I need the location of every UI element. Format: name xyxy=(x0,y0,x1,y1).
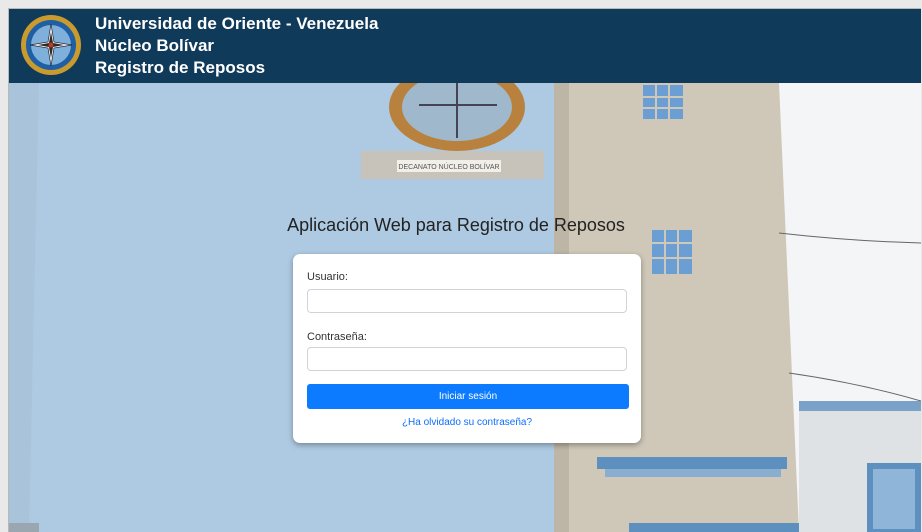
forgot-password-link[interactable]: ¿Ha olvidado su contraseña? xyxy=(293,417,641,428)
login-button[interactable]: Iniciar sesión xyxy=(307,384,629,409)
password-label: Contraseña: xyxy=(307,331,367,343)
header-app-name: Registro de Reposos xyxy=(95,58,266,77)
username-input[interactable] xyxy=(307,289,627,313)
username-label: Usuario: xyxy=(307,271,348,283)
building-sign-text: DECANATO NÚCLEO BOLÍVAR xyxy=(398,162,499,171)
site-header: Universidad de Oriente - Venezuela Núcle… xyxy=(9,9,921,83)
header-university-name: Universidad de Oriente - Venezuela xyxy=(95,14,379,33)
browser-page: DECANATO NÚCLEO BOLÍVAR Universidad de O… xyxy=(8,8,921,532)
header-campus-name: Núcleo Bolívar xyxy=(95,36,215,55)
login-card: Usuario: Contraseña: Iniciar sesión ¿Ha … xyxy=(293,254,641,443)
university-seal-icon xyxy=(21,15,81,75)
page-title: Aplicación Web para Registro de Reposos xyxy=(287,215,625,235)
password-input[interactable] xyxy=(307,347,627,371)
